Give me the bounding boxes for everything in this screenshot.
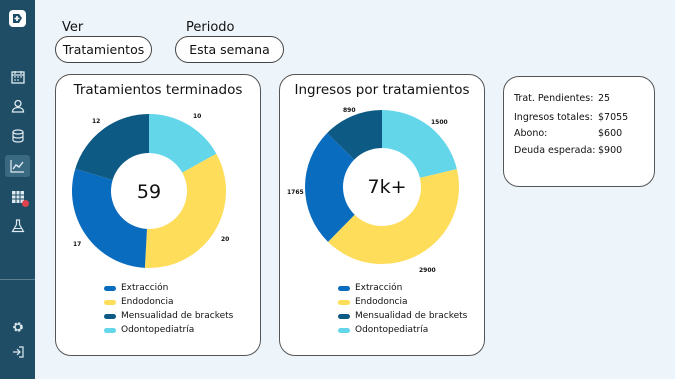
deuda-value: $900 — [598, 145, 623, 156]
legend-item-extraccion: Extracción — [338, 281, 467, 295]
slice-label-odontopediatria: 10 — [193, 113, 202, 120]
legend-swatch — [338, 313, 350, 319]
ingresos-value: $7055 — [598, 112, 629, 123]
legend-swatch — [104, 327, 116, 333]
slice-label-extraccion: 1765 — [287, 189, 304, 196]
slice-label-endodoncia: 2900 — [419, 267, 436, 274]
legend-label: Endodoncia — [355, 297, 408, 307]
legend-swatch — [338, 327, 350, 333]
periodo-label: Periodo — [186, 20, 235, 35]
legend-swatch — [104, 285, 116, 291]
tratamientos-center-value: 59 — [136, 181, 162, 203]
slice-mensualidad — [75, 114, 149, 181]
ver-label: Ver — [62, 20, 84, 35]
legend-item-mensualidad: Mensualidad de brackets — [104, 309, 233, 323]
legend-item-extraccion: Extracción — [104, 281, 233, 295]
legend-swatch — [338, 299, 350, 305]
ingresos-card: Ingresos por tratamientos 7k+ 1500 2900 … — [279, 74, 485, 356]
legend-item-endodoncia: Endodoncia — [338, 295, 467, 309]
legend-label: Mensualidad de brackets — [355, 311, 468, 321]
legend-swatch — [104, 313, 116, 319]
tratamientos-legend: Extracción Endodoncia Mensualidad de bra… — [104, 281, 233, 337]
legend-label: Mensualidad de brackets — [121, 311, 234, 321]
legend-item-endodoncia: Endodoncia — [104, 295, 233, 309]
ver-select[interactable]: Tratamientos — [55, 36, 152, 63]
chart-icon[interactable] — [5, 155, 30, 177]
ingresos-legend: Extracción Endodoncia Mensualidad de bra… — [338, 281, 467, 337]
ingresos-center-value: 7k+ — [367, 176, 407, 198]
legend-label: Odontopediatría — [121, 325, 195, 335]
database-icon[interactable] — [5, 125, 30, 147]
flask-icon[interactable] — [5, 215, 30, 237]
slice-label-mensualidad: 12 — [92, 118, 101, 125]
ingresos-label: Ingresos totales: — [514, 112, 593, 123]
legend-label: Endodoncia — [121, 297, 174, 307]
legend-label: Odontopediatría — [355, 325, 429, 335]
abono-value: $600 — [598, 128, 623, 139]
slice-label-mensualidad: 890 — [343, 107, 356, 114]
legend-item-odontopediatria: Odontopediatría — [338, 323, 467, 337]
pendientes-value: 25 — [598, 93, 611, 104]
legend-item-odontopediatria: Odontopediatría — [104, 323, 233, 337]
slice-endodoncia — [144, 153, 227, 268]
slice-label-odontopediatria: 1500 — [431, 119, 448, 126]
legend-label: Extracción — [355, 283, 403, 293]
gear-icon[interactable] — [5, 316, 30, 338]
pendientes-label: Trat. Pendientes: — [514, 93, 594, 104]
legend-swatch — [104, 299, 116, 305]
logout-icon[interactable] — [5, 341, 30, 363]
logo-icon[interactable] — [9, 10, 26, 27]
deuda-label: Deuda esperada: — [514, 145, 596, 156]
slice-label-extraccion: 17 — [73, 241, 82, 248]
sidebar-divider — [0, 279, 35, 280]
user-icon[interactable] — [5, 95, 30, 117]
sidebar — [0, 0, 35, 379]
legend-swatch — [338, 285, 350, 291]
periodo-select[interactable]: Esta semana — [175, 36, 284, 63]
slice-label-endodoncia: 20 — [221, 236, 230, 243]
tratamientos-card: Tratamientos terminados 59 10 20 17 12 E… — [55, 74, 261, 356]
legend-item-mensualidad: Mensualidad de brackets — [338, 309, 467, 323]
calendar-icon[interactable] — [5, 66, 30, 88]
abono-label: Abono: — [514, 128, 548, 139]
summary-card: Trat. Pendientes: 25 Ingresos totales: $… — [503, 76, 655, 187]
notification-dot — [22, 200, 29, 207]
legend-label: Extracción — [121, 283, 169, 293]
